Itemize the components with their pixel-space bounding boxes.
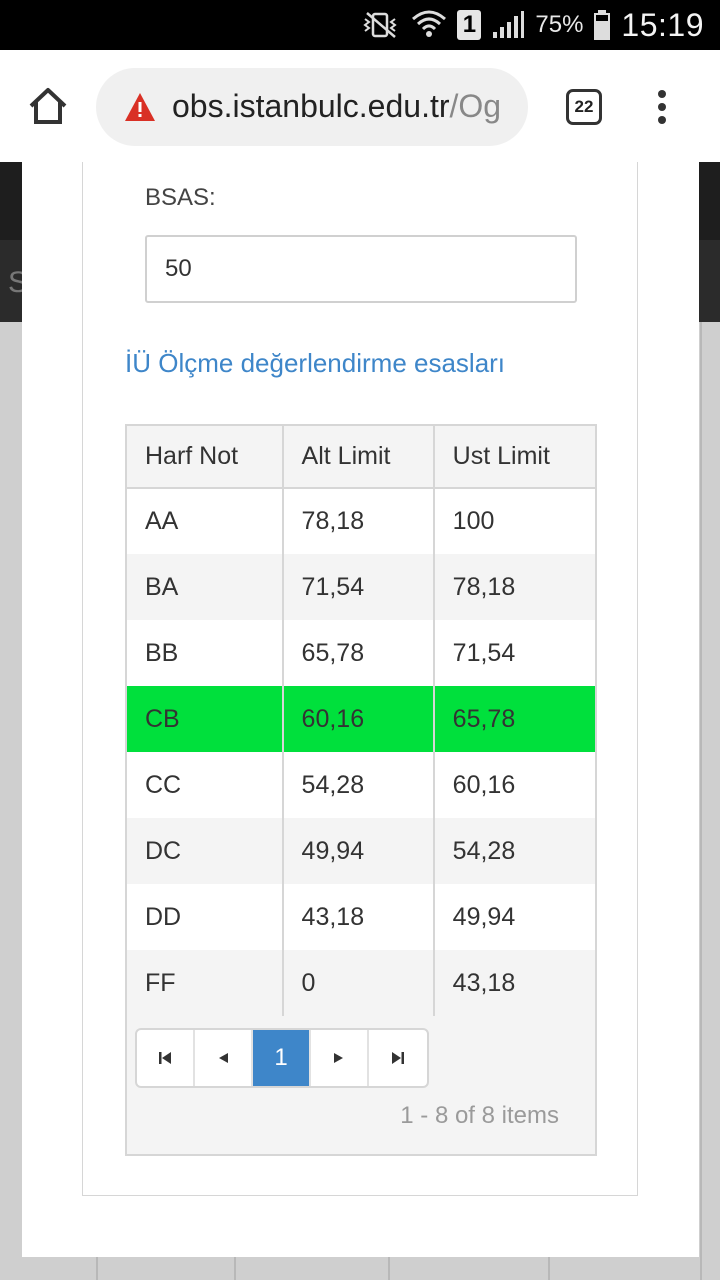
next-page-icon[interactable]: [311, 1030, 369, 1086]
cell-alt-limit: 60,16: [282, 686, 435, 752]
prev-page-icon[interactable]: [195, 1030, 253, 1086]
cell-ust-limit: 49,94: [433, 884, 595, 950]
table-row[interactable]: CC 54,28 60,16: [127, 752, 595, 818]
pagination: 1: [135, 1028, 429, 1088]
cell-harf-not: FF: [127, 950, 284, 1016]
cell-ust-limit: 71,54: [433, 620, 595, 686]
url-path: /Og: [449, 88, 502, 124]
sim-icon: 1: [457, 10, 482, 40]
home-icon[interactable]: [26, 84, 70, 128]
table-row[interactable]: DC 49,94 54,28: [127, 818, 595, 884]
table-row-highlighted[interactable]: CB 60,16 65,78: [127, 686, 595, 752]
cell-harf-not: CC: [127, 752, 284, 818]
grade-table: Harf Not Alt Limit Ust Limit AA 78,18 10…: [125, 424, 597, 1156]
wifi-icon: [411, 9, 447, 41]
menu-icon[interactable]: [652, 86, 672, 130]
grade-panel: BSAS: İÜ Ölçme değerlendirme esasları Ha…: [82, 162, 638, 1196]
cell-harf-not: BB: [127, 620, 284, 686]
cell-ust-limit: 54,28: [433, 818, 595, 884]
table-row[interactable]: FF 0 43,18: [127, 950, 595, 1016]
esaslar-link[interactable]: İÜ Ölçme değerlendirme esasları: [125, 348, 505, 379]
page-button-current[interactable]: 1: [253, 1030, 311, 1086]
cell-ust-limit: 65,78: [433, 686, 595, 752]
first-page-icon[interactable]: [137, 1030, 195, 1086]
clock: 15:19: [621, 6, 704, 43]
battery-percent: 75%: [535, 11, 584, 38]
table-row[interactable]: DD 43,18 49,94: [127, 884, 595, 950]
cell-ust-limit: 43,18: [433, 950, 595, 1016]
backdrop-divider: [700, 322, 702, 1280]
url-text: obs.istanbulc.edu.tr/Og: [172, 88, 501, 125]
bsas-input[interactable]: [145, 235, 577, 303]
cell-alt-limit: 0: [282, 950, 435, 1016]
cell-alt-limit: 65,78: [282, 620, 435, 686]
table-row[interactable]: BA 71,54 78,18: [127, 554, 595, 620]
tabs-icon[interactable]: 22: [566, 89, 602, 125]
table-header-row: Harf Not Alt Limit Ust Limit: [127, 426, 595, 489]
cell-ust-limit: 100: [433, 488, 595, 554]
url-host: obs.istanbulc.edu.tr: [172, 88, 450, 124]
battery-icon: [593, 9, 611, 41]
last-page-icon[interactable]: [369, 1030, 427, 1086]
table-row[interactable]: AA 78,18 100: [127, 488, 595, 554]
status-bar: 1 75% 15:19: [0, 0, 720, 50]
cell-harf-not: DC: [127, 818, 284, 884]
url-bar[interactable]: obs.istanbulc.edu.tr/Og: [96, 68, 528, 146]
grade-modal: BSAS: İÜ Ölçme değerlendirme esasları Ha…: [22, 162, 699, 1257]
cell-alt-limit: 78,18: [282, 488, 435, 554]
cell-alt-limit: 71,54: [282, 554, 435, 620]
cell-ust-limit: 60,16: [433, 752, 595, 818]
column-header-ust-limit[interactable]: Ust Limit: [433, 426, 595, 489]
cell-alt-limit: 54,28: [282, 752, 435, 818]
signal-icon: [491, 10, 525, 40]
cell-harf-not: BA: [127, 554, 284, 620]
column-header-harf-not[interactable]: Harf Not: [127, 426, 284, 489]
table-row[interactable]: BB 65,78 71,54: [127, 620, 595, 686]
bsas-label: BSAS:: [145, 184, 216, 211]
warning-icon[interactable]: [124, 92, 156, 122]
cell-harf-not: DD: [127, 884, 284, 950]
cell-alt-limit: 43,18: [282, 884, 435, 950]
pagination-info: 1 - 8 of 8 items: [400, 1102, 559, 1129]
cell-harf-not: AA: [127, 488, 284, 554]
column-header-alt-limit[interactable]: Alt Limit: [282, 426, 435, 489]
cell-alt-limit: 49,94: [282, 818, 435, 884]
browser-toolbar: obs.istanbulc.edu.tr/Og 22: [0, 50, 720, 162]
cell-harf-not: CB: [127, 686, 284, 752]
mute-vibrate-icon: [361, 10, 401, 40]
cell-ust-limit: 78,18: [433, 554, 595, 620]
